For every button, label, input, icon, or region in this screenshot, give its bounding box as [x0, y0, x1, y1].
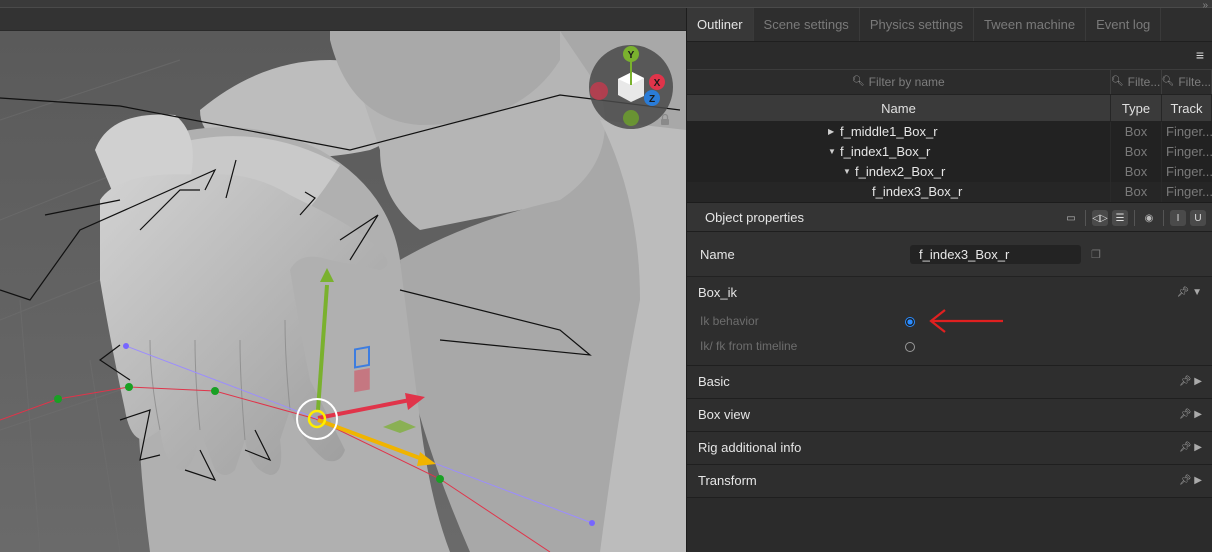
list-icon[interactable]: ☰ — [1112, 210, 1128, 226]
ik-behavior-row: Ik behavior — [687, 309, 1212, 334]
ik-fk-timeline-row: Ik/ fk from timeline — [687, 334, 1212, 359]
tab-scene-settings[interactable]: Scene settings — [754, 8, 860, 41]
frame-icon[interactable]: ▭ — [1063, 210, 1079, 226]
eye-icon[interactable]: ◉ — [1141, 210, 1157, 226]
object-name-field[interactable]: f_index3_Box_r — [910, 245, 1081, 264]
pin-icon[interactable]: 📌︎ — [1179, 409, 1192, 420]
svg-text:Z: Z — [649, 94, 655, 105]
hamburger-icon[interactable]: ≡ — [1196, 47, 1204, 63]
chevron-down-icon[interactable]: ▼ — [1192, 287, 1202, 298]
track-filter-input[interactable]: 🔍︎ Filte... — [1162, 70, 1212, 94]
tree-row[interactable]: ▼ f_index2_Box_r Box Finger... — [687, 162, 1212, 182]
pin-icon[interactable]: 📌︎ — [1179, 376, 1192, 387]
text-cursor-icon[interactable]: I — [1170, 210, 1186, 226]
name-filter-input[interactable]: 🔍︎ Filter by name — [687, 70, 1111, 94]
column-header-type[interactable]: Type — [1111, 95, 1162, 121]
tab-event-log[interactable]: Event log — [1086, 8, 1162, 41]
viewport-header — [0, 8, 686, 31]
search-icon: 🔍︎ — [1161, 76, 1175, 87]
copy-icon[interactable]: ❐ — [1091, 248, 1101, 261]
ik-fk-timeline-radio[interactable] — [905, 342, 915, 352]
tab-physics-settings[interactable]: Physics settings — [860, 8, 975, 41]
panel-tabs: Outliner Scene settings Physics settings… — [687, 8, 1212, 42]
section-box-ik: Box_ik 📌︎ ▼ Ik behavior Ik/ fk from time… — [687, 277, 1212, 366]
collapse-arrow-icon[interactable]: ▼ — [828, 142, 840, 162]
neg-y-handle — [623, 110, 639, 126]
annotation-arrow-icon — [929, 309, 1003, 333]
tab-outliner[interactable]: Outliner — [687, 8, 754, 41]
search-icon: 🔍︎ — [851, 76, 865, 87]
collapse-panel-icon[interactable]: » — [1202, 0, 1208, 11]
object-properties-title: Object properties — [705, 210, 804, 225]
chevron-right-icon[interactable]: ▶ — [1194, 475, 1202, 486]
type-filter-input[interactable]: 🔍︎ Filte... — [1111, 70, 1162, 94]
collapse-arrow-icon[interactable]: ▼ — [843, 162, 855, 182]
section-rig-additional-info[interactable]: Rig additional info 📌︎ ▶ — [687, 432, 1212, 465]
neg-x-handle — [590, 82, 608, 100]
search-icon: 🔍︎ — [1110, 76, 1124, 87]
lock-icon — [661, 113, 669, 125]
chevron-right-icon[interactable]: ▶ — [1194, 442, 1202, 453]
tree-row[interactable]: ▶ f_middle1_Box_r Box Finger... — [687, 122, 1212, 142]
chevron-right-icon[interactable]: ▶ — [1194, 409, 1202, 420]
tree-row[interactable]: ▼ f_index1_Box_r Box Finger... — [687, 142, 1212, 162]
name-label: Name — [700, 247, 735, 262]
object-properties-header: Object properties ▭ ◁▷ ☰ ◉ I U — [687, 202, 1212, 232]
section-box-view[interactable]: Box view 📌︎ ▶ — [687, 399, 1212, 432]
column-header-name[interactable]: Name — [687, 95, 1111, 121]
name-property-row: Name f_index3_Box_r ❐ — [687, 232, 1212, 277]
outliner-tree: ▶ f_middle1_Box_r Box Finger... ▼ f_inde… — [687, 122, 1212, 202]
u-icon[interactable]: U — [1190, 210, 1206, 226]
outliner-toolbar: ≡ — [687, 42, 1212, 69]
chevron-right-icon[interactable]: ▶ — [1194, 376, 1202, 387]
scene-render — [0, 31, 686, 552]
mirror-icon[interactable]: ◁▷ — [1092, 210, 1108, 226]
pin-icon[interactable]: 📌︎ — [1179, 475, 1192, 486]
tab-tween-machine[interactable]: Tween machine — [974, 8, 1087, 41]
expand-arrow-icon[interactable]: ▶ — [828, 122, 840, 142]
outliner-filters: 🔍︎ Filter by name 🔍︎ Filte... 🔍︎ Filte..… — [687, 69, 1212, 95]
pin-icon[interactable]: 📌︎ — [1179, 442, 1192, 453]
orientation-gizmo[interactable]: Y X Z — [588, 44, 674, 130]
top-strip — [0, 0, 1212, 8]
ik-behavior-radio[interactable] — [905, 317, 915, 327]
column-header-track[interactable]: Track — [1162, 95, 1212, 121]
section-transform[interactable]: Transform 📌︎ ▶ — [687, 465, 1212, 498]
section-basic[interactable]: Basic 📌︎ ▶ — [687, 366, 1212, 399]
svg-text:X: X — [654, 78, 661, 89]
right-panel: » Outliner Scene settings Physics settin… — [686, 0, 1212, 552]
3d-viewport[interactable]: Y X Z — [0, 31, 686, 552]
pin-icon[interactable]: 📌︎ — [1177, 287, 1190, 298]
tree-row-selected[interactable]: f_index3_Box_r Box Finger... — [687, 182, 1212, 202]
outliner-column-headers: Name Type Track — [687, 95, 1212, 122]
svg-text:Y: Y — [628, 50, 635, 61]
section-header[interactable]: Box_ik 📌︎ ▼ — [687, 277, 1212, 309]
